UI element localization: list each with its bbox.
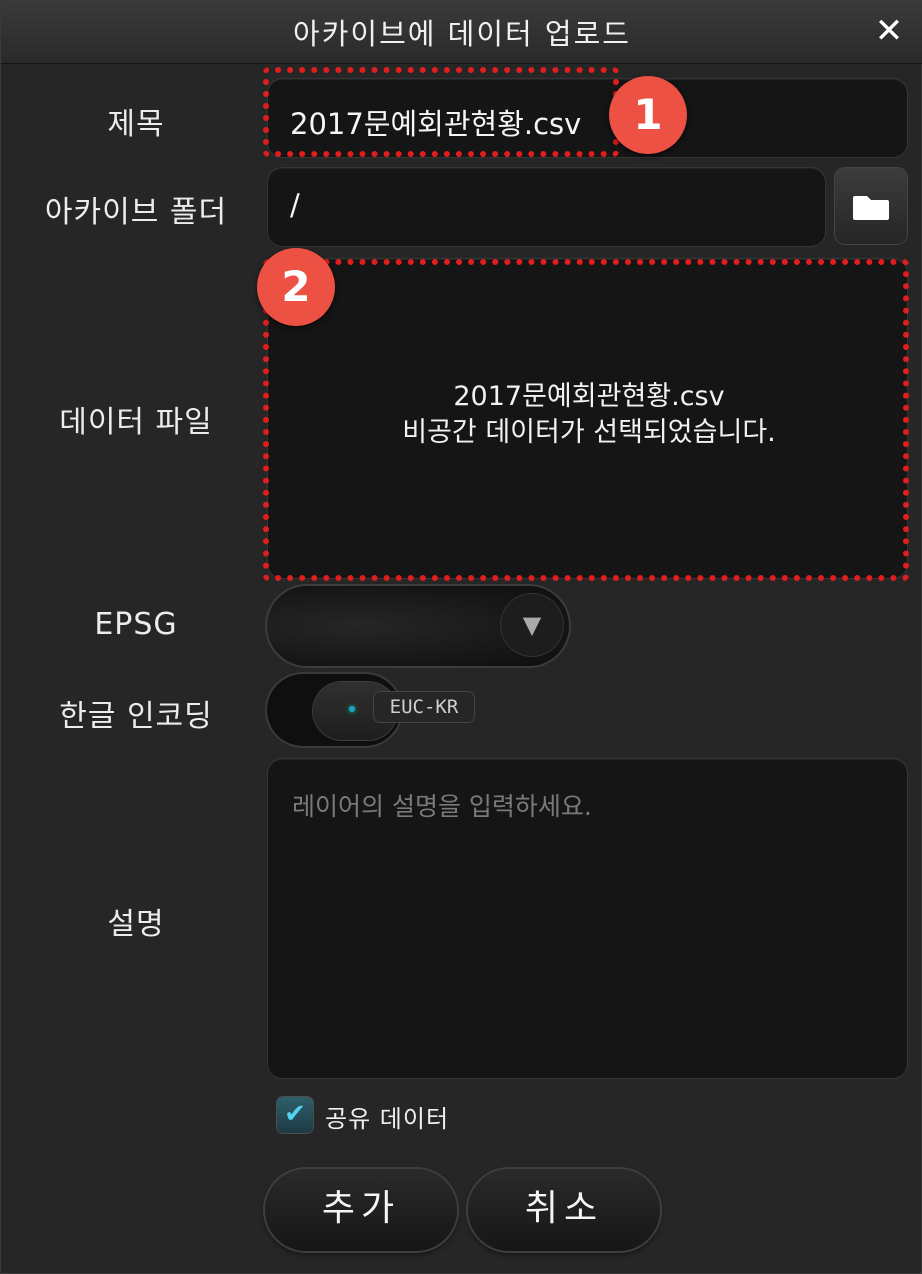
annotation-badge-1: 1 (609, 76, 687, 154)
checkmark-icon: ✔ (284, 1099, 306, 1129)
cancel-button[interactable]: 취소 (468, 1169, 660, 1251)
shared-data-label[interactable]: 공유 데이터 (325, 1099, 449, 1134)
add-button[interactable]: 추가 (265, 1169, 457, 1251)
close-icon[interactable]: ✕ (869, 11, 909, 51)
description-label: 설명 (107, 907, 165, 942)
dialog-title: 아카이브에 데이터 업로드 (293, 17, 631, 51)
description-textarea[interactable]: 레이어의 설명을 입력하세요. (268, 759, 907, 1078)
title-label: 제목 (107, 107, 165, 142)
folder-icon (853, 196, 889, 220)
upload-dialog: 아카이브에 데이터 업로드 ✕ 제목 2017문예회관현황.csv 1 아카이브… (0, 0, 922, 1274)
folder-input-value: / (290, 188, 300, 222)
highlight-box-1 (263, 67, 619, 157)
shared-data-checkbox[interactable]: ✔ (277, 1097, 313, 1133)
epsg-select[interactable]: ▼ (267, 586, 569, 666)
title-bar: 아카이브에 데이터 업로드 ✕ (1, 1, 922, 64)
epsg-label: EPSG (94, 607, 178, 642)
encoding-label: 한글 인코딩 (59, 699, 213, 734)
folder-input[interactable]: / (268, 168, 825, 246)
dropdown-arrow-icon[interactable]: ▼ (501, 594, 563, 656)
annotation-badge-2: 2 (257, 248, 335, 326)
datafile-label: 데이터 파일 (59, 405, 213, 440)
toggle-indicator-dot (349, 706, 355, 712)
highlight-box-2 (263, 259, 909, 581)
folder-browse-button[interactable] (835, 168, 907, 244)
encoding-value-tag: EUC-KR (374, 692, 474, 722)
folder-label: 아카이브 폴더 (44, 195, 228, 230)
description-placeholder: 레이어의 설명을 입력하세요. (292, 792, 592, 821)
